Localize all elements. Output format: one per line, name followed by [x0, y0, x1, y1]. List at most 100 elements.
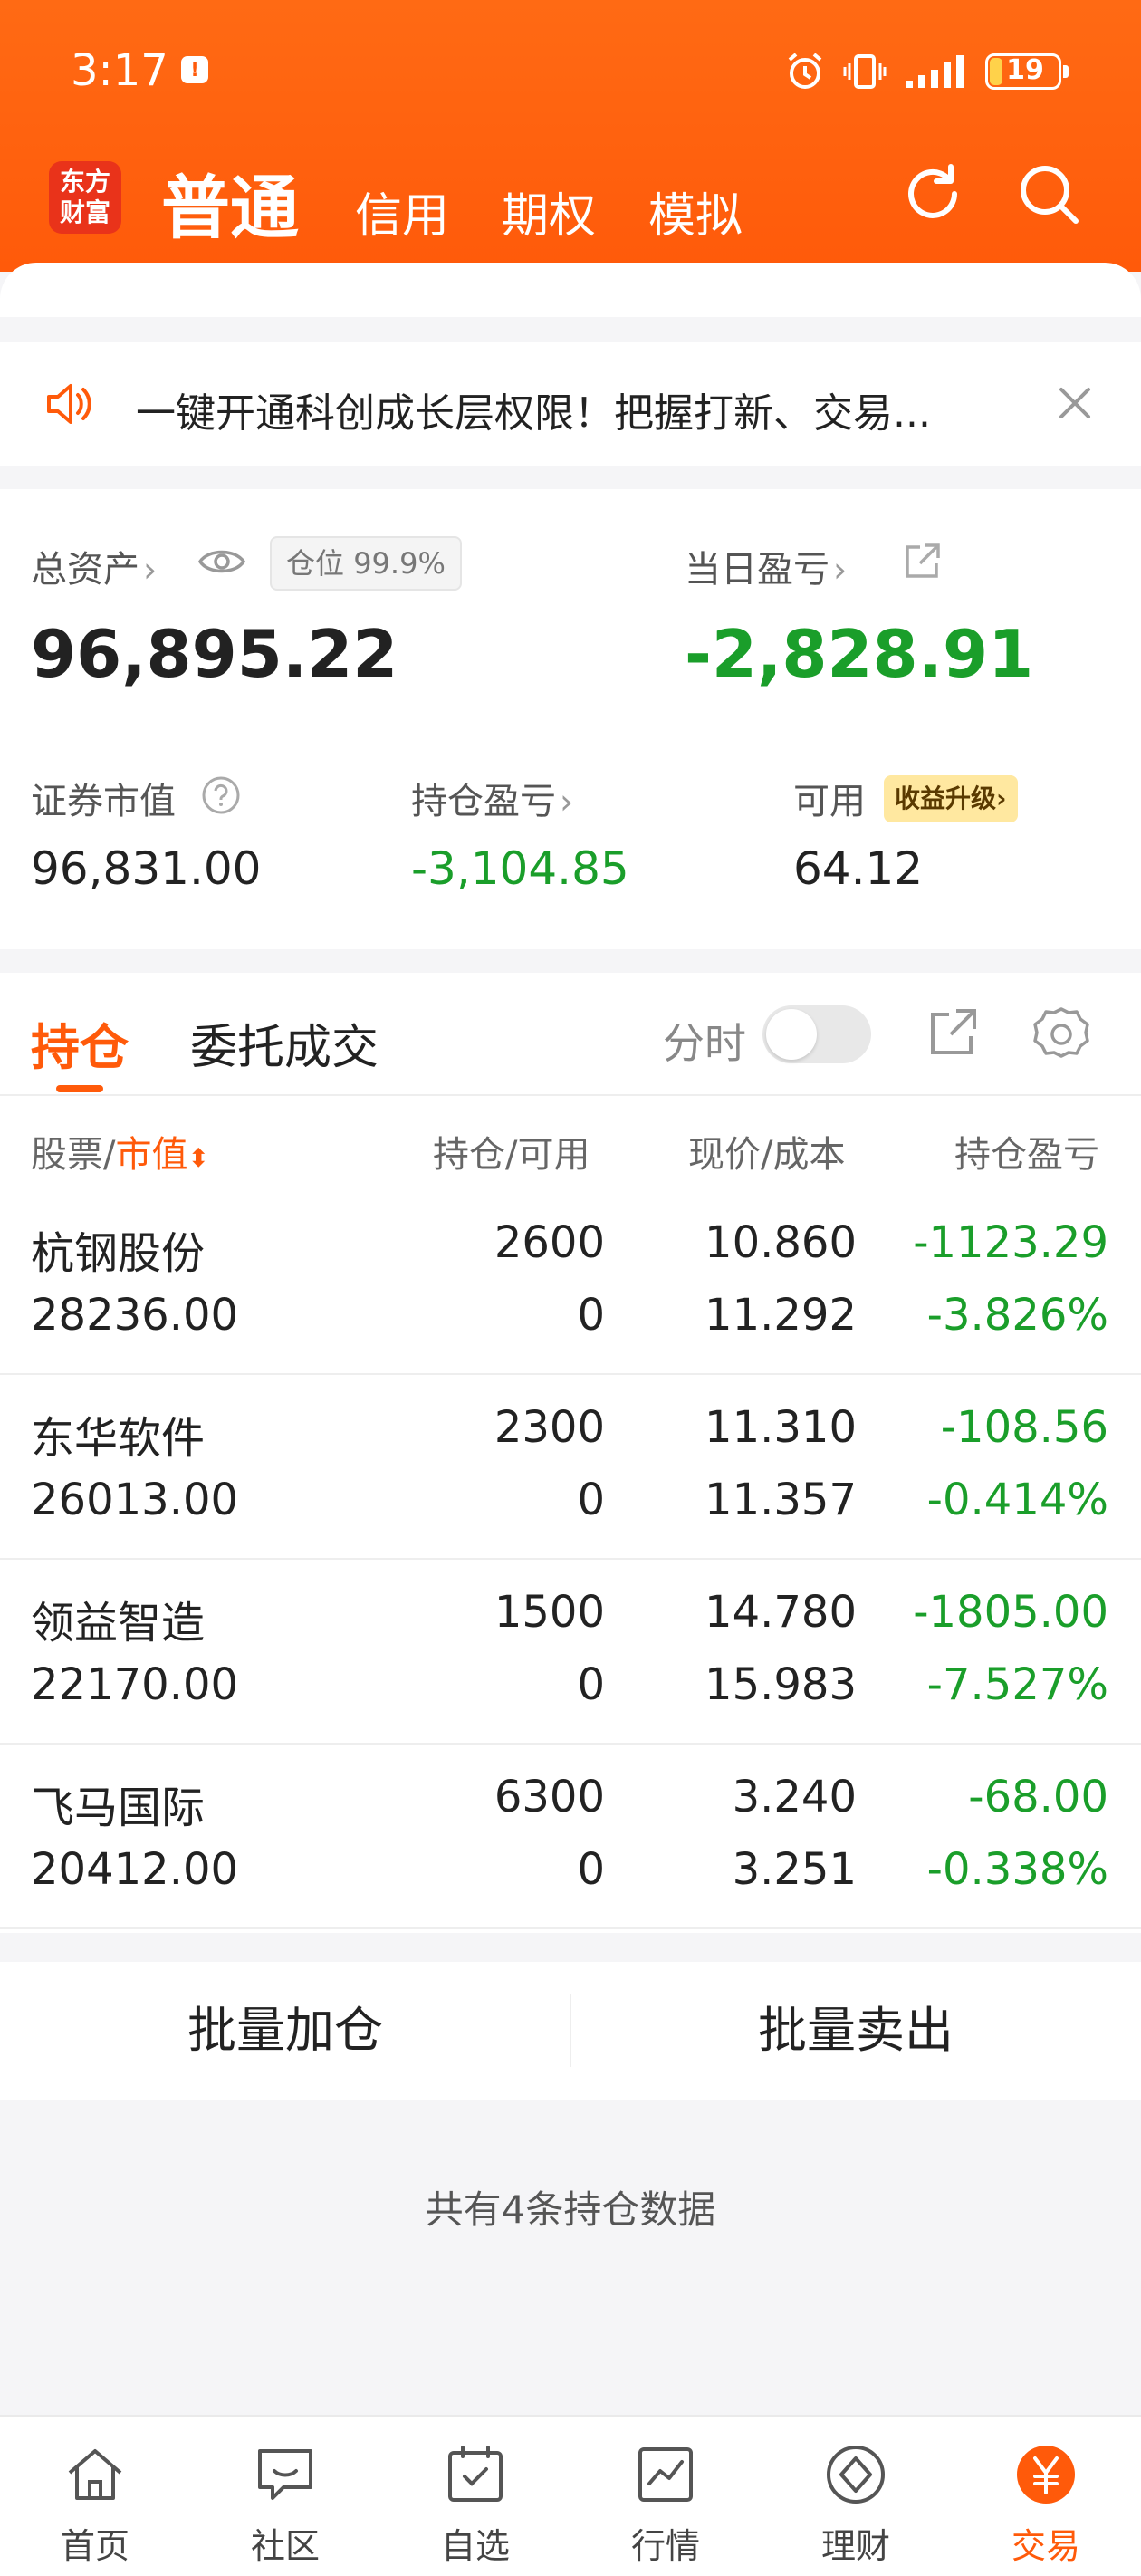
header-curve — [0, 263, 1141, 317]
col-price[interactable]: 现价/成本 — [688, 1125, 845, 1177]
notification-icon: ! — [181, 56, 208, 83]
nav-trade[interactable]: 交易 — [951, 2417, 1141, 2576]
stock-name: 东华软件 — [31, 1413, 206, 1464]
qty-cell: 2300 — [494, 1402, 605, 1453]
nav-wealth[interactable]: 理财 — [761, 2417, 951, 2576]
refresh-icon[interactable] — [898, 159, 967, 228]
home-icon — [68, 2449, 122, 2500]
market-value: 96,831.00 — [31, 842, 262, 895]
nav-market[interactable]: 行情 — [570, 2417, 761, 2576]
pl-pct-cell: -0.338% — [926, 1844, 1108, 1895]
pl-cell: -1123.29 — [913, 1217, 1108, 1268]
app-logo: 东方财富 — [49, 161, 121, 234]
cost-cell: 11.357 — [705, 1475, 857, 1525]
position-badge: 仓位 99.9% — [270, 536, 462, 591]
table-row[interactable]: 东华软件 26013.00 2300 0 11.310 11.357 -108.56 -0.4… — [0, 1375, 1141, 1560]
nav-community[interactable]: 社区 — [190, 2417, 380, 2576]
available-value: 64.12 — [793, 842, 924, 895]
col-pl[interactable]: 持仓盈亏 — [954, 1125, 1141, 1177]
total-assets-value: 96,895.22 — [31, 616, 398, 692]
nav-home[interactable]: 首页 — [0, 2417, 190, 2576]
tab-orders[interactable]: 委托成交 — [190, 1009, 379, 1077]
battery-level: 19 — [1006, 54, 1044, 86]
batch-sell-button[interactable]: 批量卖出 — [570, 1962, 1141, 2100]
status-bar: 3:17 ! — [0, 0, 1141, 136]
signal-icon — [906, 55, 964, 88]
holdings-count: 共有4条持仓数据 — [425, 2187, 716, 2232]
market-value-cell: 20412.00 — [31, 1844, 239, 1895]
yield-upgrade-badge[interactable]: 收益升级› — [884, 775, 1018, 822]
bottom-nav: 首页 社区 自选 行情 理财 交易 — [0, 2415, 1141, 2576]
price-cell: 14.780 — [705, 1587, 857, 1638]
status-time: 3:17 — [71, 45, 168, 96]
yuan-icon — [1017, 2446, 1075, 2504]
nav-watchlist[interactable]: 自选 — [380, 2417, 570, 2576]
col-qty[interactable]: 持仓/可用 — [433, 1125, 590, 1177]
holding-pl-label[interactable]: 持仓盈亏 › — [411, 772, 573, 824]
time-share-label: 分时 — [663, 1019, 746, 1068]
market-value-cell: 22170.00 — [31, 1659, 239, 1710]
pl-pct-cell: -7.527% — [926, 1659, 1108, 1710]
qty-cell: 2600 — [494, 1217, 605, 1268]
tab-underline — [56, 1085, 103, 1092]
speaker-icon — [47, 384, 91, 424]
pl-cell: -68.00 — [968, 1772, 1108, 1822]
price-cell: 11.310 — [705, 1402, 857, 1453]
tab-normal[interactable]: 普通 — [161, 152, 299, 252]
available-label: 可用 — [793, 781, 866, 822]
pl-pct-cell: -0.414% — [926, 1475, 1108, 1525]
price-cell: 3.240 — [732, 1772, 857, 1822]
cost-cell: 15.983 — [705, 1659, 857, 1710]
tab-options[interactable]: 期权 — [502, 178, 596, 245]
vibrate-icon — [843, 54, 887, 89]
gear-icon[interactable] — [1032, 1005, 1090, 1063]
chat-icon — [258, 2449, 312, 2500]
pl-cell: -1805.00 — [913, 1587, 1108, 1638]
table-row[interactable]: 杭钢股份 28236.00 2600 0 10.860 11.292 -1123.29 -3.… — [0, 1190, 1141, 1375]
tab-simulated[interactable]: 模拟 — [648, 178, 743, 245]
market-value-cell: 28236.00 — [31, 1290, 239, 1341]
daily-pl-label[interactable]: 当日盈亏 › — [685, 540, 847, 592]
help-icon[interactable] — [201, 775, 241, 815]
available-cell: 0 — [577, 1290, 605, 1341]
holdings-panel: 持仓 委托成交 分时 股票/市值⬍ 持仓/可用 现价/成本 持仓盈亏 杭钢股份 2… — [0, 973, 1141, 1933]
pl-cell: -108.56 — [940, 1402, 1108, 1453]
table-row[interactable]: 领益智造 22170.00 1500 0 14.780 15.983 -1805.00 -7.… — [0, 1560, 1141, 1745]
notice-bar[interactable]: 一键开通科创成长层权限！把握打新、交易... — [0, 342, 1141, 466]
available-cell: 0 — [577, 1659, 605, 1710]
daily-pl-value: -2,828.91 — [685, 616, 1034, 692]
tab-holdings[interactable]: 持仓 — [31, 1007, 129, 1079]
assets-panel: 总资产 › 仓位 99.9% 96,895.22 当日盈亏 › -2,828.91 … — [0, 489, 1141, 949]
market-chart-icon — [638, 2447, 693, 2502]
close-icon[interactable] — [1052, 380, 1098, 426]
eye-icon[interactable] — [197, 543, 246, 580]
table-row[interactable]: 飞马国际 20412.00 6300 0 3.240 3.251 -68.00 -0.338% — [0, 1745, 1141, 1929]
external-link-icon[interactable] — [902, 542, 942, 582]
qty-cell: 6300 — [494, 1772, 605, 1822]
qty-cell: 1500 — [494, 1587, 605, 1638]
notice-text: 一键开通科创成长层权限！把握打新、交易... — [136, 390, 931, 437]
available-cell: 0 — [577, 1844, 605, 1895]
cost-cell: 11.292 — [705, 1290, 857, 1341]
stock-name: 领益智造 — [31, 1598, 206, 1648]
holdings-tabs: 持仓 委托成交 分时 — [0, 973, 1141, 1096]
share-icon[interactable] — [925, 1005, 980, 1060]
pl-pct-cell: -3.826% — [926, 1290, 1108, 1341]
cost-cell: 3.251 — [732, 1844, 857, 1895]
market-value-cell: 26013.00 — [31, 1475, 239, 1525]
batch-add-button[interactable]: 批量加仓 — [0, 1962, 570, 2100]
tab-credit[interactable]: 信用 — [355, 178, 449, 245]
time-share-toggle[interactable] — [762, 1005, 871, 1063]
total-assets-label[interactable]: 总资产 › — [31, 540, 157, 592]
watchlist-icon — [448, 2446, 503, 2502]
price-cell: 10.860 — [705, 1217, 857, 1268]
available-cell: 0 — [577, 1475, 605, 1525]
col-stock[interactable]: 股票/市值⬍ — [31, 1125, 209, 1177]
batch-actions: 批量加仓 批量卖出 — [0, 1962, 1141, 2100]
stock-name: 杭钢股份 — [31, 1228, 206, 1279]
market-value-label: 证券市值 — [31, 781, 176, 822]
stock-name: 飞马国际 — [31, 1783, 206, 1833]
holding-pl-value: -3,104.85 — [411, 842, 629, 895]
diamond-icon — [827, 2446, 885, 2504]
search-icon[interactable] — [1014, 159, 1083, 228]
